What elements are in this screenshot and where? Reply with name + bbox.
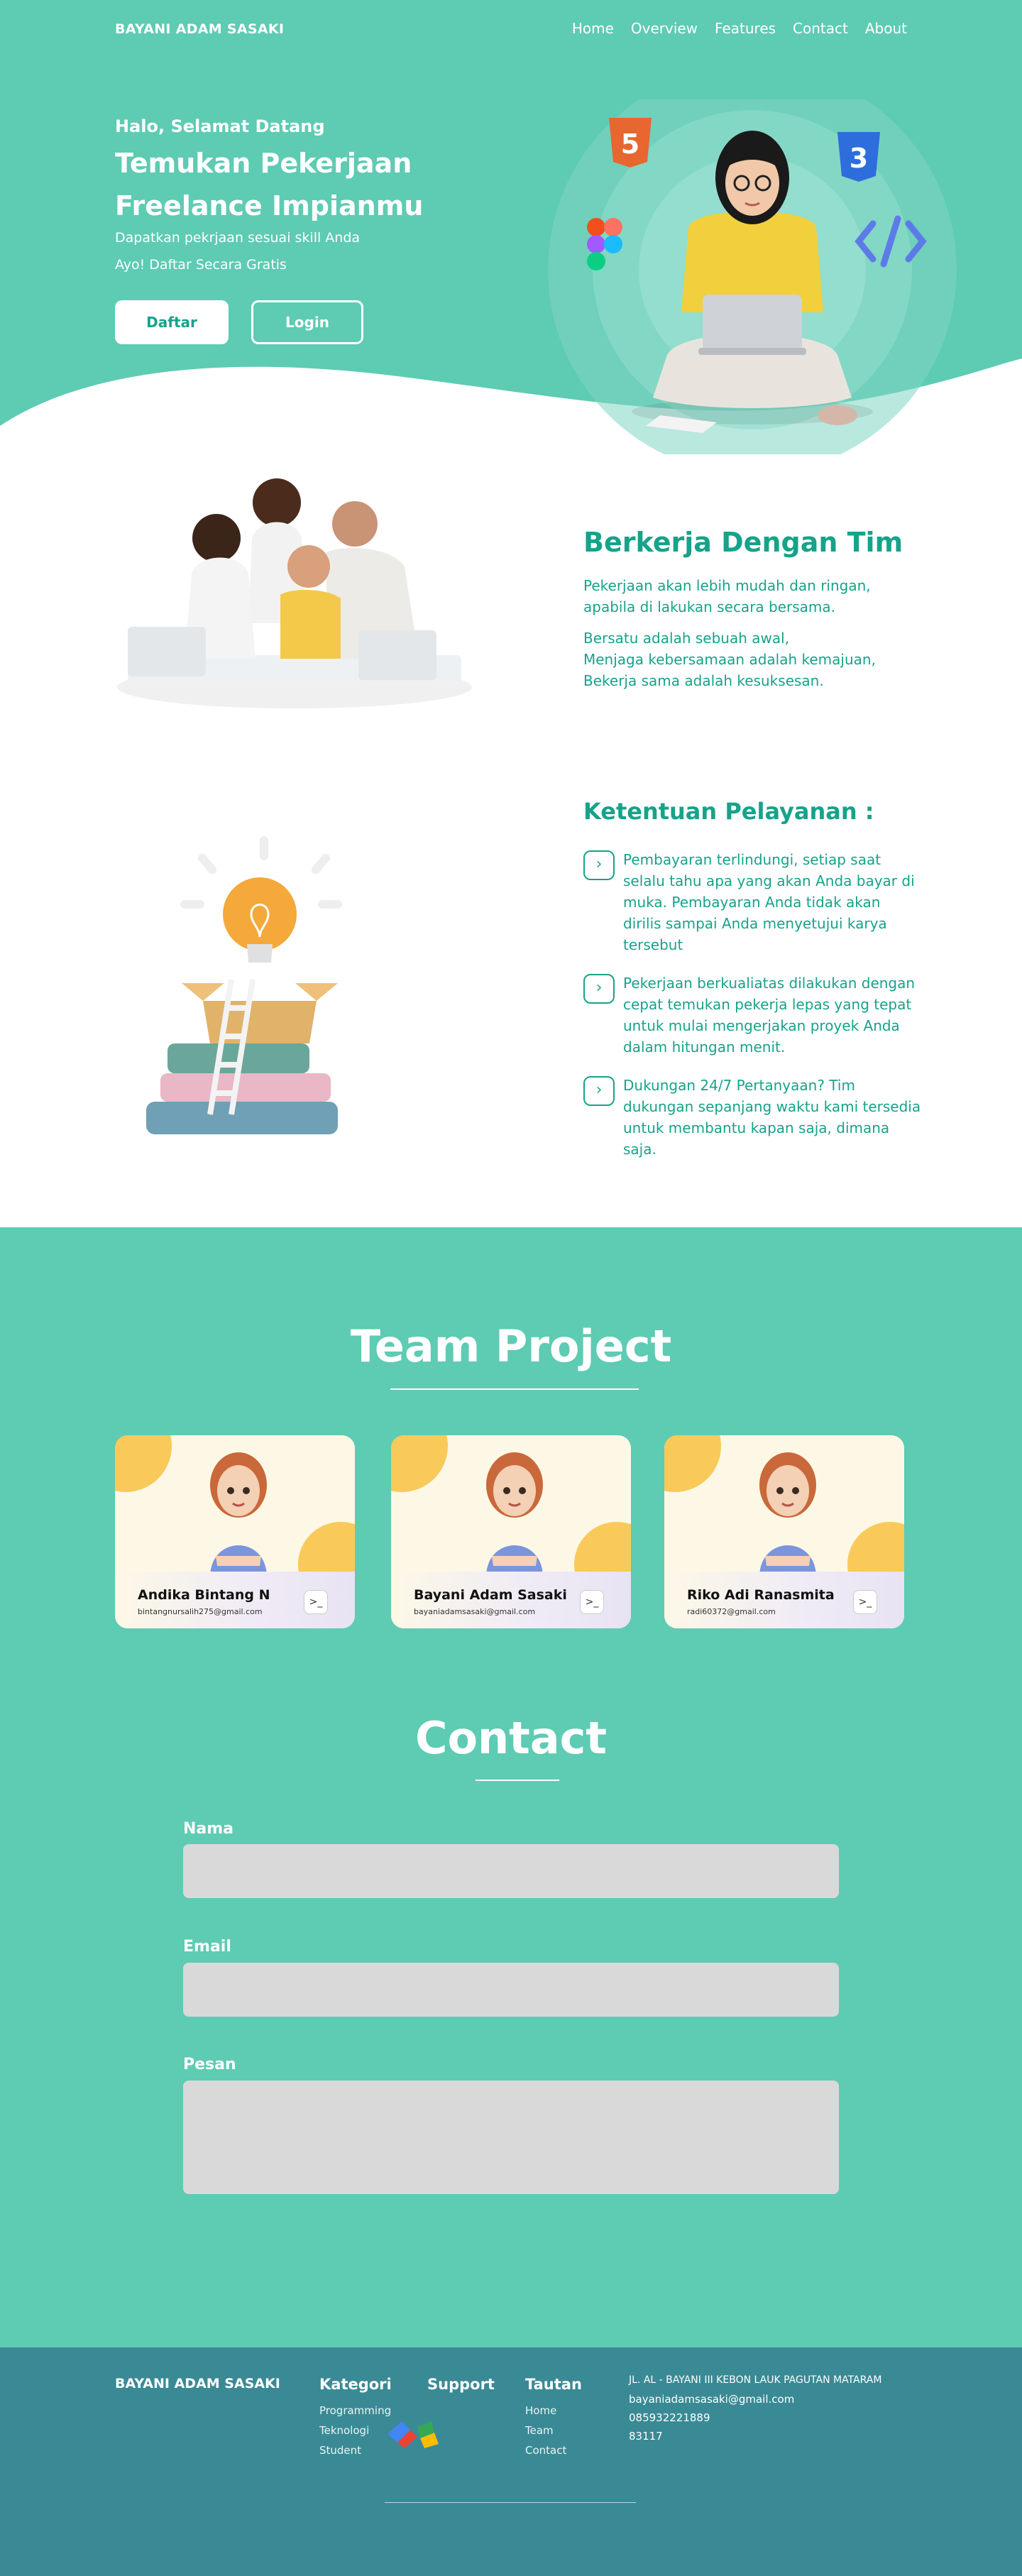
team-title-underline (390, 1388, 639, 1390)
teamwork-paragraph-2-line-2: Menjaga kebersamaan adalah kemajuan, (583, 651, 876, 668)
footer-support-title: Support (427, 2376, 495, 2393)
email-field[interactable] (183, 1963, 839, 2017)
team-member-email: bayaniadamsasaki@gmail.com (414, 1607, 536, 1616)
team-member-name: Riko Adi Ranasmita (687, 1587, 835, 1603)
footer-kategori-item[interactable]: Teknologi (319, 2424, 369, 2437)
svg-text:5: 5 (621, 128, 639, 160)
team-card-2[interactable]: Bayani Adam Sasaki bayaniadamsasaki@gmai… (391, 1435, 631, 1628)
nav-link-contact[interactable]: Contact (793, 20, 848, 37)
name-label: Nama (183, 1820, 234, 1838)
footer-divider (385, 2502, 636, 2503)
footer-kategori-item[interactable]: Student (319, 2444, 361, 2457)
message-field[interactable] (183, 2081, 839, 2194)
hero-greeting: Halo, Selamat Datang (115, 116, 325, 136)
message-label: Pesan (183, 2056, 236, 2073)
teamwork-paragraph-2-line-1: Bersatu adalah sebuah awal, (583, 630, 790, 647)
term-item-1-text: Pembayaran terlindungi, setiap saat sela… (623, 851, 915, 953)
hero-subtitle: Dapatkan pekrjaan sesuai skill Anda (115, 230, 361, 246)
footer-kategori-item[interactable]: Programming (319, 2404, 391, 2417)
chevron-right-icon: › (583, 974, 615, 1004)
footer-kategori-title: Kategori (319, 2376, 392, 2393)
team-title: Team Project (350, 1320, 672, 1372)
nav-link-about[interactable]: About (865, 20, 907, 37)
terminal-icon[interactable]: >_ (580, 1590, 604, 1614)
login-button[interactable]: Login (251, 300, 363, 344)
term-item-2-text: Pekerjaan berkualiatas dilakukan dengan … (623, 975, 916, 1056)
nav-link-overview[interactable]: Overview (631, 20, 698, 37)
teamwork-illustration (117, 478, 472, 708)
teamwork-paragraph-2-line-3: Bekerja sama adalah kesuksesan. (583, 672, 824, 689)
chevron-right-icon: › (583, 850, 615, 880)
footer-address: JL. AL - BAYANI III KEBON LAUK PAGUTAN M… (629, 2374, 882, 2386)
css3-icon: 3 (837, 132, 880, 182)
team-member-name: Bayani Adam Sasaki (414, 1587, 567, 1603)
footer-link-contact[interactable]: Contact (525, 2444, 566, 2457)
teamwork-paragraph-1-line-2: apabila di lakukan secara bersama. (583, 598, 836, 615)
term-item-3: › Dukungan 24/7 Pertanyaan? Tim dukungan… (583, 1075, 921, 1160)
email-label: Email (183, 1938, 231, 1956)
register-button[interactable]: Daftar (115, 300, 229, 344)
footer-phone[interactable]: 085932221889 (629, 2411, 710, 2424)
hero-section: BAYANI ADAM SASAKI Home Overview Feature… (0, 0, 1022, 454)
nav-brand[interactable]: BAYANI ADAM SASAKI (115, 21, 284, 37)
terminal-icon[interactable]: >_ (853, 1590, 877, 1614)
html5-icon: 5 (609, 118, 652, 168)
team-member-name: Andika Bintang N (138, 1587, 270, 1603)
avatar (486, 1452, 543, 1577)
teamwork-paragraph-1-line-1: Pekerjaan akan lebih mudah dan ringan, (583, 577, 871, 594)
terminal-icon[interactable]: >_ (304, 1590, 328, 1614)
term-item-3-text: Dukungan 24/7 Pertanyaan? Tim dukungan s… (623, 1077, 921, 1158)
terms-title: Ketentuan Pelayanan : (583, 798, 874, 825)
footer-brand: BAYANI ADAM SASAKI (115, 2376, 280, 2391)
hero-title: Temukan Pekerjaan Freelance Impianmu (115, 148, 424, 221)
chevron-right-icon: › (583, 1076, 615, 1106)
footer-link-team[interactable]: Team (525, 2424, 554, 2437)
avatar (759, 1452, 816, 1577)
lightbulb-books-illustration (146, 836, 342, 1134)
contact-title-underline (476, 1780, 559, 1781)
term-item-1: › Pembayaran terlindungi, setiap saat se… (583, 849, 915, 953)
footer-link-home[interactable]: Home (525, 2404, 556, 2417)
footer-tautan-title: Tautan (525, 2376, 582, 2393)
lightbulb-icon (223, 877, 297, 963)
hero-cta-text: Ayo! Daftar Secara Gratis (115, 257, 287, 273)
team-card-3[interactable]: Riko Adi Ranasmita radi60372@gmail.com >… (664, 1435, 904, 1628)
svg-text:3: 3 (850, 143, 868, 174)
team-member-email: bintangnursalih275@gmail.com (138, 1607, 263, 1616)
hero-illustration: 5 3 (548, 99, 957, 454)
name-field[interactable] (183, 1844, 839, 1898)
footer-email[interactable]: bayaniadamsasaki@gmail.com (629, 2393, 794, 2406)
main-nav: Home Overview Features Contact About (572, 20, 907, 37)
footer-postal-code: 83117 (629, 2430, 663, 2443)
contact-title: Contact (414, 1712, 608, 1764)
google-cloud-style-icon (388, 2421, 439, 2448)
nav-link-home[interactable]: Home (572, 20, 614, 37)
footer: BAYANI ADAM SASAKI Kategori Programming … (0, 2347, 1022, 2576)
team-card-1[interactable]: Andika Bintang N bintangnursalih275@gmai… (115, 1435, 355, 1628)
team-member-email: radi60372@gmail.com (687, 1607, 776, 1616)
teamwork-title: Berkerja Dengan Tim (583, 527, 903, 558)
avatar (210, 1452, 267, 1577)
nav-link-features[interactable]: Features (715, 20, 776, 37)
term-item-2: › Pekerjaan berkualiatas dilakukan denga… (583, 972, 915, 1058)
